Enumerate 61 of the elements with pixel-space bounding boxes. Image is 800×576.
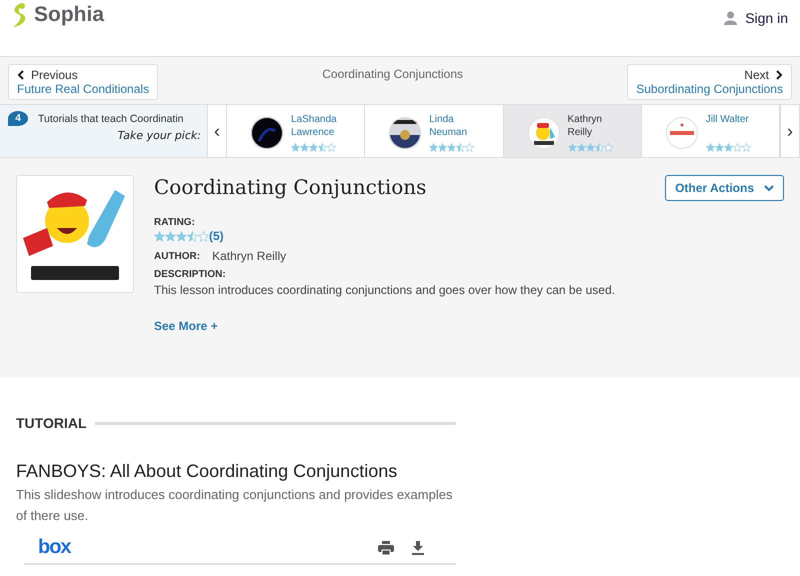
author-label: AUTHOR: [154,250,200,262]
download-icon[interactable] [412,540,424,554]
star-icon [154,230,165,242]
print-icon[interactable] [378,540,394,554]
star-icon [576,143,586,152]
star-icon [604,143,612,152]
star-icon [724,143,733,152]
viewer-logo: box [38,536,71,559]
tutor-name: LaShanda Lawrence [291,113,338,139]
previous-title: Future Real Conditionals [17,82,150,96]
chevron-down-icon [764,184,774,192]
section-heading: TUTORIAL [16,415,87,431]
sign-in-link[interactable]: Sign in [724,10,788,26]
intro-heading: Tutorials that teach Coordinatin [38,112,184,124]
star-icon [187,230,198,242]
star-icon [176,230,187,242]
star-icon [327,143,336,152]
next-label: Next [744,68,769,82]
tutor-card[interactable]: Kathryn Reilly [504,105,642,157]
star-icon [732,143,742,152]
star-icon [429,143,438,152]
next-button[interactable]: Next Subordinating Conjunctions [627,64,792,100]
rating-count-link[interactable]: (5) [209,229,224,243]
previous-button[interactable]: Previous Future Real Conditionals [8,64,158,100]
current-lesson-title: Coordinating Conjunctions [322,67,464,81]
tutor-name: Linda Neuman [429,113,468,139]
tagline: Take your pick: [118,129,201,142]
star-icon [447,143,456,152]
star-icon [318,143,327,152]
star-icon [291,143,300,152]
user-icon [724,11,738,25]
star-icon [465,143,474,152]
star-icon [165,230,176,242]
star-icon [594,143,604,152]
star-icon [742,143,751,152]
star-icon [456,143,466,152]
tutor-name: Kathryn Reilly [568,113,603,139]
lesson-title: Coordinating Conjunctions [154,175,426,199]
rating-label: RATING: [154,217,195,228]
star-icon [309,143,318,152]
tutorial-title: FANBOYS: All About Coordinating Conjunctions [16,461,398,482]
count-badge: 4 [8,111,28,126]
star-icon [438,143,448,152]
next-title: Subordinating Conjunctions [636,82,783,96]
other-actions-button[interactable]: Other Actions [665,175,784,201]
see-more-link[interactable]: See More + [154,319,218,333]
star-icon [706,143,715,152]
chevron-right-icon [774,70,783,80]
tutorial-description: This slideshow introduces coordinating conjunctions and provides examples of there use. [16,486,454,525]
star-icon [568,143,576,152]
previous-label: Previous [31,68,78,82]
star-icon [198,230,209,242]
chevron-left-icon [17,70,25,80]
author-name: Kathryn Reilly [212,249,286,263]
star-icon [714,143,724,152]
star-icon [300,143,309,152]
description-label: DESCRIPTION: [154,269,226,280]
logo-text[interactable]: Sophia [34,3,104,27]
star-icon [586,143,594,152]
lesson-description: This lesson introduces coordinating conjunctions and goes over how they can be used. [154,283,615,297]
tutor-name: Jill Walter [706,113,750,126]
